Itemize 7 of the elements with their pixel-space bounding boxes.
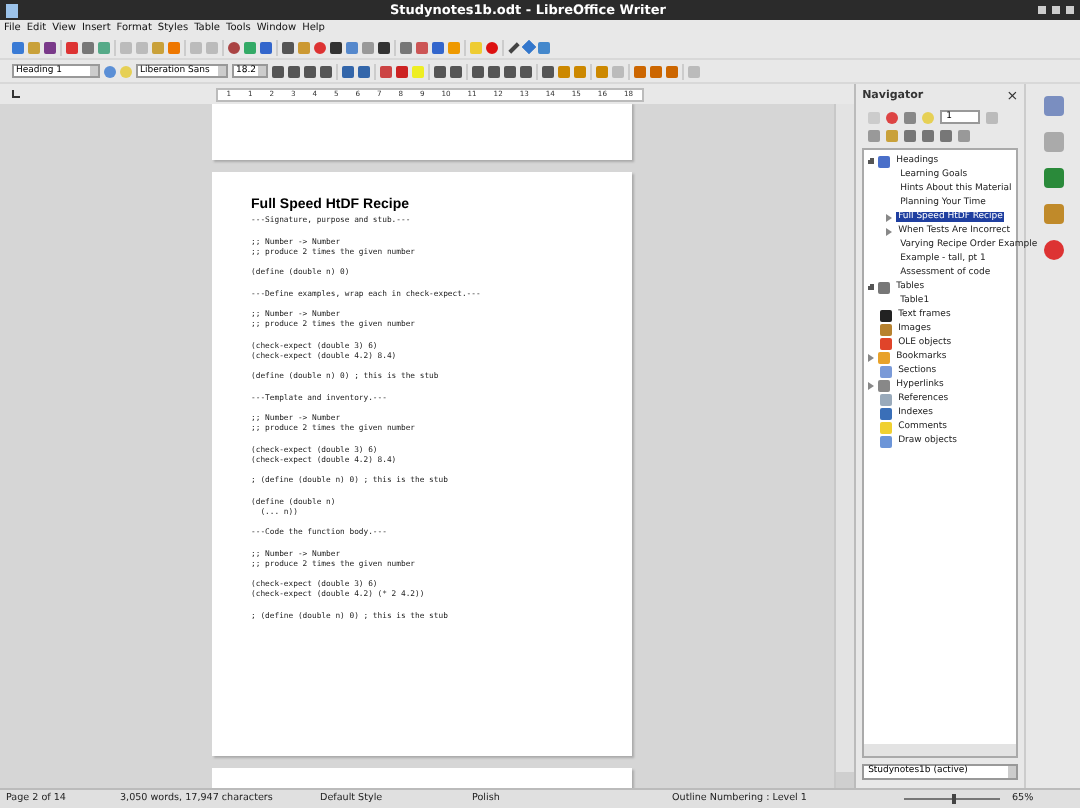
record-icon[interactable] — [486, 41, 498, 53]
expanded-arrow-icon[interactable] — [868, 158, 875, 164]
scrollbar[interactable] — [864, 744, 1017, 756]
scrollbar[interactable] — [834, 104, 855, 788]
collapsed-arrow-icon[interactable] — [886, 227, 893, 235]
tab-stop-icon[interactable] — [12, 90, 20, 98]
expanded-arrow-icon[interactable] — [868, 284, 875, 290]
